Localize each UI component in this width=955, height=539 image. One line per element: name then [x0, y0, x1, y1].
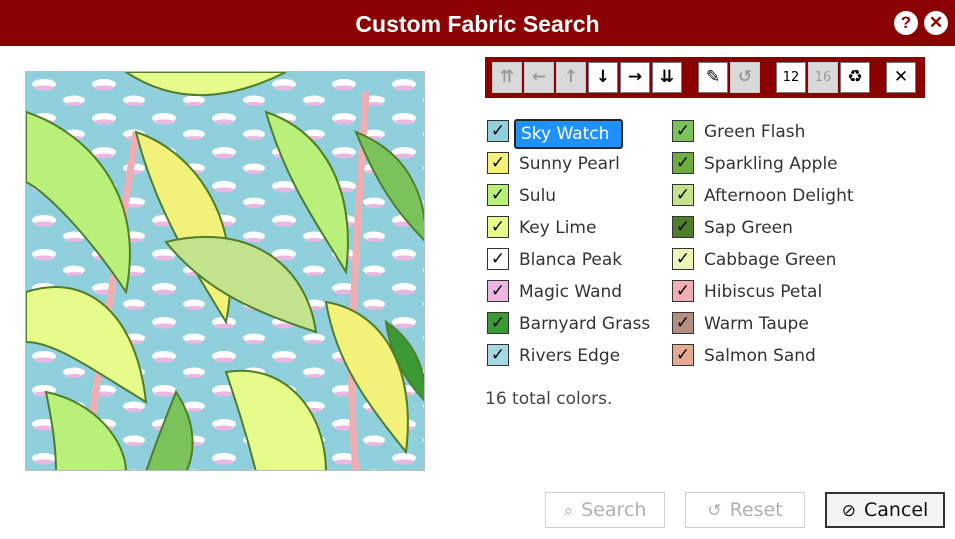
color-checkbox[interactable]: ✓ [487, 312, 509, 334]
color-checkbox[interactable]: ✓ [487, 184, 509, 206]
double-down-icon[interactable]: ⇊ [652, 62, 682, 93]
color-checkbox[interactable]: ✓ [487, 248, 509, 270]
color-checkbox[interactable]: ✓ [487, 280, 509, 302]
color-label[interactable]: Green Flash [704, 121, 805, 143]
color-checkbox[interactable]: ✓ [487, 216, 509, 238]
color-checkbox[interactable]: ✓ [672, 184, 694, 206]
color-checkbox[interactable]: ✓ [672, 344, 694, 366]
cancel-button-label: Cancel [863, 499, 929, 521]
help-icon[interactable]: ? [894, 11, 918, 35]
color-label[interactable]: Magic Wand [519, 281, 622, 303]
color-label[interactable]: Barnyard Grass [519, 313, 650, 335]
color-label[interactable]: Blanca Peak [519, 249, 622, 271]
color-checkbox[interactable]: ✓ [672, 152, 694, 174]
double-up-icon[interactable]: ⇈ [492, 62, 522, 93]
arrow-right-icon[interactable]: → [620, 62, 650, 93]
undo-icon: ↺ [707, 501, 722, 521]
total-colors-text: 16 total colors. [485, 389, 613, 409]
recycle-icon[interactable]: ♻ [840, 62, 870, 93]
color-label[interactable]: Sparkling Apple [704, 153, 838, 175]
color-label[interactable]: Warm Taupe [704, 313, 809, 335]
search-icon: ⌕ [563, 501, 574, 521]
color-checkbox[interactable]: ✓ [487, 344, 509, 366]
color-label[interactable]: Cabbage Green [704, 249, 836, 271]
pencil-icon[interactable]: ✎ [698, 62, 728, 93]
dialog-titlebar: Custom Fabric Search ? ✕ [0, 0, 955, 46]
search-button[interactable]: ⌕ Search [545, 492, 665, 528]
color-checkbox[interactable]: ✓ [672, 216, 694, 238]
clear-icon[interactable]: ✕ [886, 62, 916, 93]
color-checkbox[interactable]: ✓ [672, 280, 694, 302]
count-12-button[interactable]: 12 [776, 62, 806, 93]
color-label[interactable]: Rivers Edge [519, 345, 620, 367]
color-checkbox[interactable]: ✓ [672, 248, 694, 270]
color-checkbox[interactable]: ✓ [487, 120, 509, 142]
color-label[interactable]: Salmon Sand [704, 345, 816, 367]
close-icon[interactable]: ✕ [924, 11, 948, 35]
arrow-up-icon[interactable]: ↑ [556, 62, 586, 93]
cancel-icon: ⊘ [841, 501, 856, 521]
cancel-button[interactable]: ⊘ Cancel [825, 492, 945, 528]
color-toolbar: ⇈ ← ↑ ↓ → ⇊ ✎ ↺ 12 16 ♻ ✕ [485, 57, 925, 98]
color-label[interactable]: Sulu [519, 185, 556, 207]
dialog-title: Custom Fabric Search [355, 11, 600, 37]
fabric-preview [25, 71, 425, 471]
color-label[interactable]: Sky Watch [514, 119, 623, 149]
color-label[interactable]: Sunny Pearl [519, 153, 620, 175]
color-checkbox[interactable]: ✓ [487, 152, 509, 174]
arrow-left-icon[interactable]: ← [524, 62, 554, 93]
reset-button-label: Reset [729, 499, 783, 521]
color-label[interactable]: Hibiscus Petal [704, 281, 822, 303]
color-label[interactable]: Sap Green [704, 217, 793, 239]
arrow-down-icon[interactable]: ↓ [588, 62, 618, 93]
color-checkbox[interactable]: ✓ [672, 120, 694, 142]
undo-icon[interactable]: ↺ [730, 62, 760, 93]
color-checkbox[interactable]: ✓ [672, 312, 694, 334]
color-label[interactable]: Afternoon Delight [704, 185, 854, 207]
search-button-label: Search [581, 499, 647, 521]
color-label[interactable]: Key Lime [519, 217, 596, 239]
count-16-button[interactable]: 16 [808, 62, 838, 93]
reset-button[interactable]: ↺ Reset [685, 492, 805, 528]
fabric-pattern-image [26, 72, 424, 470]
